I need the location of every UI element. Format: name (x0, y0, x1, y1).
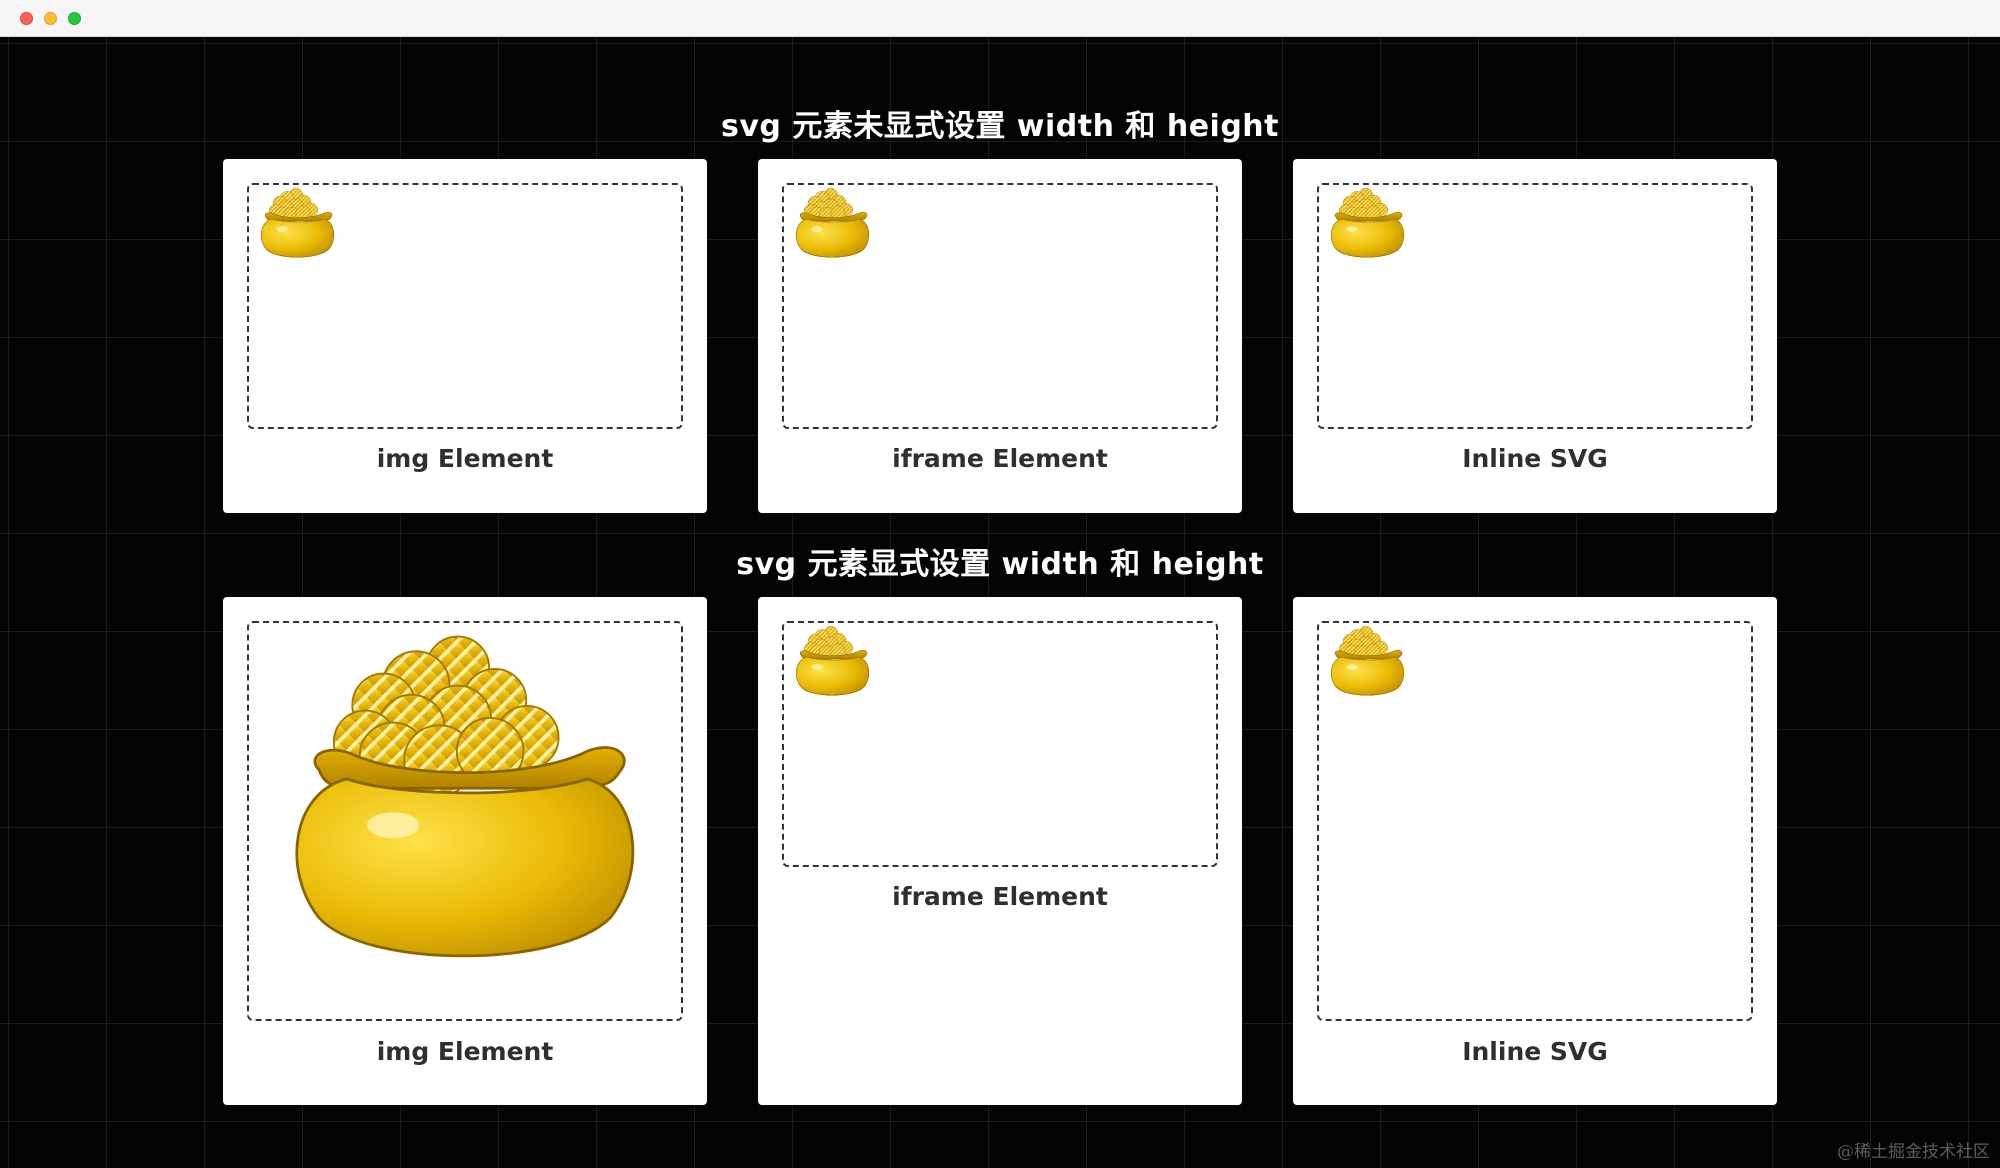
gold-pot-icon (279, 631, 655, 1001)
img-frame (247, 621, 683, 1021)
section-title-no-size: svg 元素未显式设置 width 和 height (721, 109, 1279, 144)
watermark: @稀土掘金技术社区 (1837, 1142, 1990, 1162)
browser-window: svg 元素未显式设置 width 和 height img Element i… (0, 0, 2000, 1168)
inline-svg-frame (1317, 183, 1753, 429)
card-img-element: img Element (223, 159, 707, 513)
card-img-element: img Element (223, 597, 707, 1105)
gold-pot-icon (790, 187, 876, 267)
gold-pot-icon (1325, 625, 1411, 705)
card-caption: img Element (376, 444, 554, 473)
card-inline-svg: Inline SVG (1293, 597, 1777, 1105)
page-content: svg 元素未显式设置 width 和 height img Element i… (0, 37, 2000, 1168)
inline-svg-frame (1317, 621, 1753, 1021)
minimize-window-button[interactable] (44, 12, 57, 25)
window-titlebar (0, 0, 2000, 37)
gold-pot-icon (1325, 187, 1411, 267)
gold-pot-icon (255, 187, 341, 267)
card-caption: img Element (376, 1037, 554, 1066)
gold-pot-icon (790, 625, 876, 705)
card-caption: iframe Element (892, 444, 1108, 473)
img-frame (247, 183, 683, 429)
section-title-with-size: svg 元素显式设置 width 和 height (736, 547, 1264, 582)
card-caption: Inline SVG (1462, 1037, 1608, 1066)
card-caption: Inline SVG (1462, 444, 1608, 473)
card-iframe-element: iframe Element (758, 597, 1242, 1105)
iframe-frame (782, 621, 1218, 867)
card-caption: iframe Element (892, 882, 1108, 911)
maximize-window-button[interactable] (68, 12, 81, 25)
close-window-button[interactable] (20, 12, 33, 25)
card-inline-svg: Inline SVG (1293, 159, 1777, 513)
iframe-frame (782, 183, 1218, 429)
card-iframe-element: iframe Element (758, 159, 1242, 513)
